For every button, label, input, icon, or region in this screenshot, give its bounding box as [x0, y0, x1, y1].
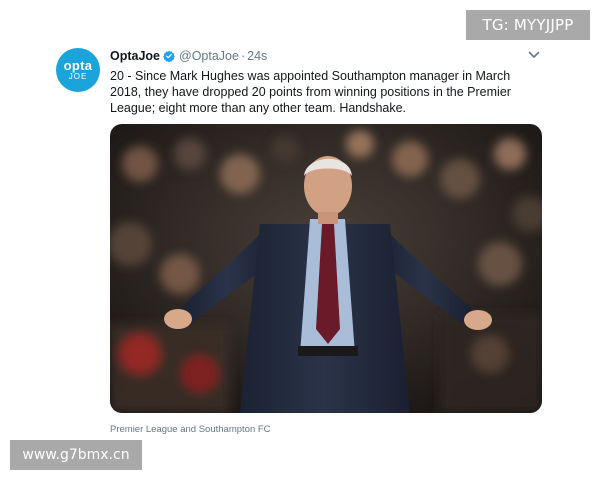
tweet-photo[interactable]: [110, 124, 542, 413]
tweet-timestamp[interactable]: 24s: [247, 49, 267, 63]
account-handle[interactable]: @OptaJoe: [179, 49, 239, 63]
watermark-top: TG: MYYJJPP: [466, 10, 590, 40]
tweet-header: OptaJoe @OptaJoe · 24s: [110, 48, 267, 64]
separator-dot: ·: [240, 49, 246, 63]
chevron-down-icon[interactable]: [528, 50, 540, 60]
verified-badge-icon: [163, 50, 175, 62]
avatar-text-opta: opta: [63, 58, 93, 73]
account-name[interactable]: OptaJoe: [110, 49, 160, 63]
watermark-bottom: www.g7bmx.cn: [10, 440, 142, 470]
avatar[interactable]: opta JOE: [56, 48, 100, 92]
avatar-text-joe: JOE: [68, 72, 88, 81]
photo-caption: Premier League and Southampton FC: [110, 424, 271, 435]
tweet-text: 20 - Since Mark Hughes was appointed Sou…: [110, 69, 511, 115]
photo-manager-gesturing: [110, 124, 542, 413]
